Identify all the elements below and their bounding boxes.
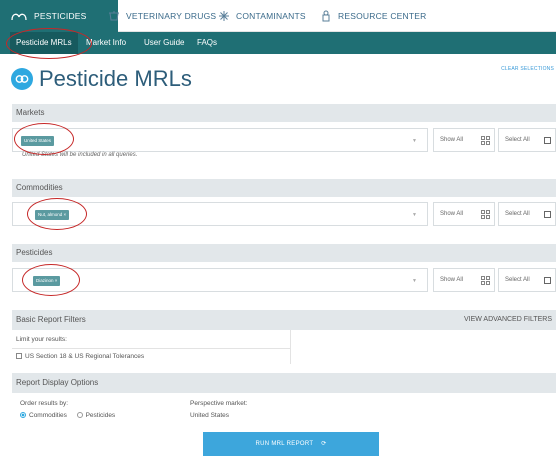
radio-pesticides-label: Pesticides bbox=[85, 412, 116, 419]
commodities-show-all-button[interactable]: Show All bbox=[433, 202, 495, 226]
highlight-pesticide-mrls bbox=[6, 28, 92, 59]
radio-pesticides[interactable] bbox=[76, 412, 83, 419]
show-all-label: Show All bbox=[440, 277, 464, 283]
highlight-commodity-chip bbox=[27, 198, 87, 230]
tab-label: RESOURCE CENTER bbox=[338, 11, 427, 21]
tab-pesticides[interactable]: PESTICIDES bbox=[0, 0, 118, 32]
radio-commodities[interactable] bbox=[20, 412, 26, 419]
perspective-market-label: Perspective market: bbox=[190, 400, 248, 407]
markets-select[interactable]: United States ▼ bbox=[12, 128, 428, 152]
subnav-market-info[interactable]: Market Info bbox=[86, 32, 126, 54]
select-all-label: Select All bbox=[505, 137, 530, 143]
checkbox-icon[interactable] bbox=[544, 211, 551, 218]
section-18-label: US Section 18 & US Regional Tolerances bbox=[25, 353, 145, 360]
perspective-market-value[interactable]: United States bbox=[190, 412, 229, 419]
chevron-down-icon[interactable]: ▼ bbox=[412, 278, 417, 284]
grid-icon bbox=[481, 276, 490, 285]
clear-selections-link[interactable]: CLEAR SELECTIONS bbox=[501, 66, 554, 72]
limit-results-label: Limit your results: bbox=[16, 336, 67, 343]
grid-icon bbox=[481, 210, 490, 219]
tab-veterinary-drugs[interactable]: VETERINARY DRUGS bbox=[108, 0, 216, 32]
pesticides-header: Pesticides bbox=[12, 244, 556, 262]
title-row: Pesticide MRLs CLEAR SELECTIONS bbox=[0, 56, 556, 102]
tab-resource-center[interactable]: RESOURCE CENTER bbox=[320, 0, 426, 32]
contaminant-icon bbox=[219, 11, 229, 21]
tab-label: PESTICIDES bbox=[34, 11, 87, 21]
basic-filters-title: Basic Report Filters bbox=[16, 315, 86, 324]
select-all-label: Select All bbox=[505, 277, 530, 283]
display-options-header: Report Display Options bbox=[12, 373, 556, 393]
highlight-pesticide-chip bbox=[22, 264, 80, 296]
tab-label: CONTAMINANTS bbox=[236, 11, 306, 21]
run-mrl-report-button[interactable]: RUN MRL REPORT ⟳ bbox=[203, 432, 379, 456]
commodities-select-all-button[interactable]: Select All bbox=[498, 202, 556, 226]
show-all-label: Show All bbox=[440, 211, 464, 217]
resource-icon bbox=[322, 10, 330, 22]
highlight-market-chip bbox=[14, 123, 74, 155]
order-radio-group: Commodities Pesticides bbox=[20, 412, 115, 419]
chevron-down-icon[interactable]: ▼ bbox=[412, 138, 417, 144]
feeder-icon bbox=[109, 11, 119, 21]
checkbox-icon[interactable] bbox=[16, 353, 22, 360]
show-all-label: Show All bbox=[440, 137, 464, 143]
basic-filters-header: Basic Report Filters VIEW ADVANCED FILTE… bbox=[12, 310, 556, 330]
grid-icon bbox=[481, 136, 490, 145]
logo-icon bbox=[11, 68, 33, 90]
pesticide-icon bbox=[11, 13, 27, 21]
order-results-label: Order results by: bbox=[20, 400, 69, 407]
section-18-option[interactable]: US Section 18 & US Regional Tolerances bbox=[16, 353, 144, 360]
select-all-label: Select All bbox=[505, 211, 530, 217]
subnav-faqs[interactable]: FAQs bbox=[197, 32, 217, 54]
tab-contaminants[interactable]: CONTAMINANTS bbox=[218, 0, 306, 32]
divider bbox=[290, 330, 291, 364]
subnav-user-guide[interactable]: User Guide bbox=[144, 32, 184, 54]
checkbox-icon[interactable] bbox=[544, 137, 551, 144]
top-navigation: PESTICIDES VETERINARY DRUGS CONTAMINANTS… bbox=[0, 0, 556, 32]
run-button-label: RUN MRL REPORT bbox=[255, 441, 314, 447]
markets-header: Markets bbox=[12, 104, 556, 122]
view-advanced-filters-link[interactable]: VIEW ADVANCED FILTERS bbox=[464, 310, 552, 330]
refresh-icon: ⟳ bbox=[321, 441, 327, 447]
chevron-down-icon[interactable]: ▼ bbox=[412, 212, 417, 218]
markets-show-all-button[interactable]: Show All bbox=[433, 128, 495, 152]
pesticides-show-all-button[interactable]: Show All bbox=[433, 268, 495, 292]
radio-commodities-label: Commodities bbox=[29, 412, 67, 419]
tab-label: VETERINARY DRUGS bbox=[126, 11, 217, 21]
commodities-header: Commodities bbox=[12, 179, 556, 197]
page-title: Pesticide MRLs bbox=[39, 66, 192, 91]
divider bbox=[12, 348, 290, 349]
checkbox-icon[interactable] bbox=[544, 277, 551, 284]
pesticides-select-all-button[interactable]: Select All bbox=[498, 268, 556, 292]
markets-select-all-button[interactable]: Select All bbox=[498, 128, 556, 152]
